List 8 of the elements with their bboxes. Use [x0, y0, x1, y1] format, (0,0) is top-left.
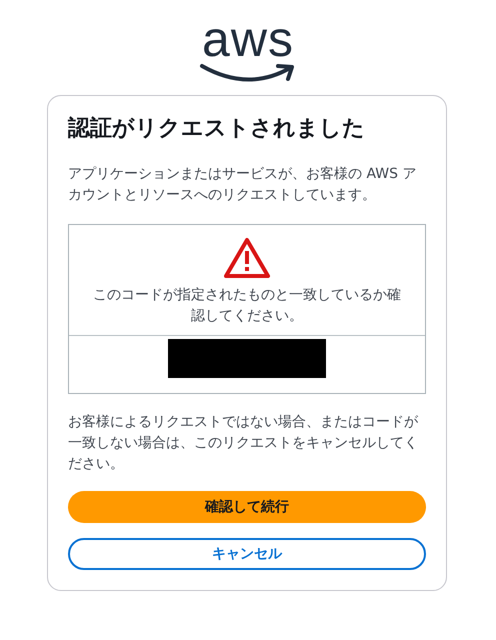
cancel-button[interactable]: キャンセル — [68, 538, 426, 570]
description-text: アプリケーションまたはサービスが、お客様の AWS アカウントとリソースへのリクエストしています。 — [68, 165, 418, 205]
card-title: 認証がリクエストされました — [68, 115, 366, 143]
logo-text: aws — [202, 18, 294, 60]
cancel-note: お客様によるリクエストではない場合、またはコードが一致しない場合は、このリクエストをキャンセルしてください。 — [68, 413, 419, 474]
confirm-button[interactable]: 確認して続行 — [68, 491, 426, 523]
verify-message: このコードが指定されたものと一致しているか確認してください。 — [92, 286, 402, 326]
warning-icon — [223, 237, 271, 279]
